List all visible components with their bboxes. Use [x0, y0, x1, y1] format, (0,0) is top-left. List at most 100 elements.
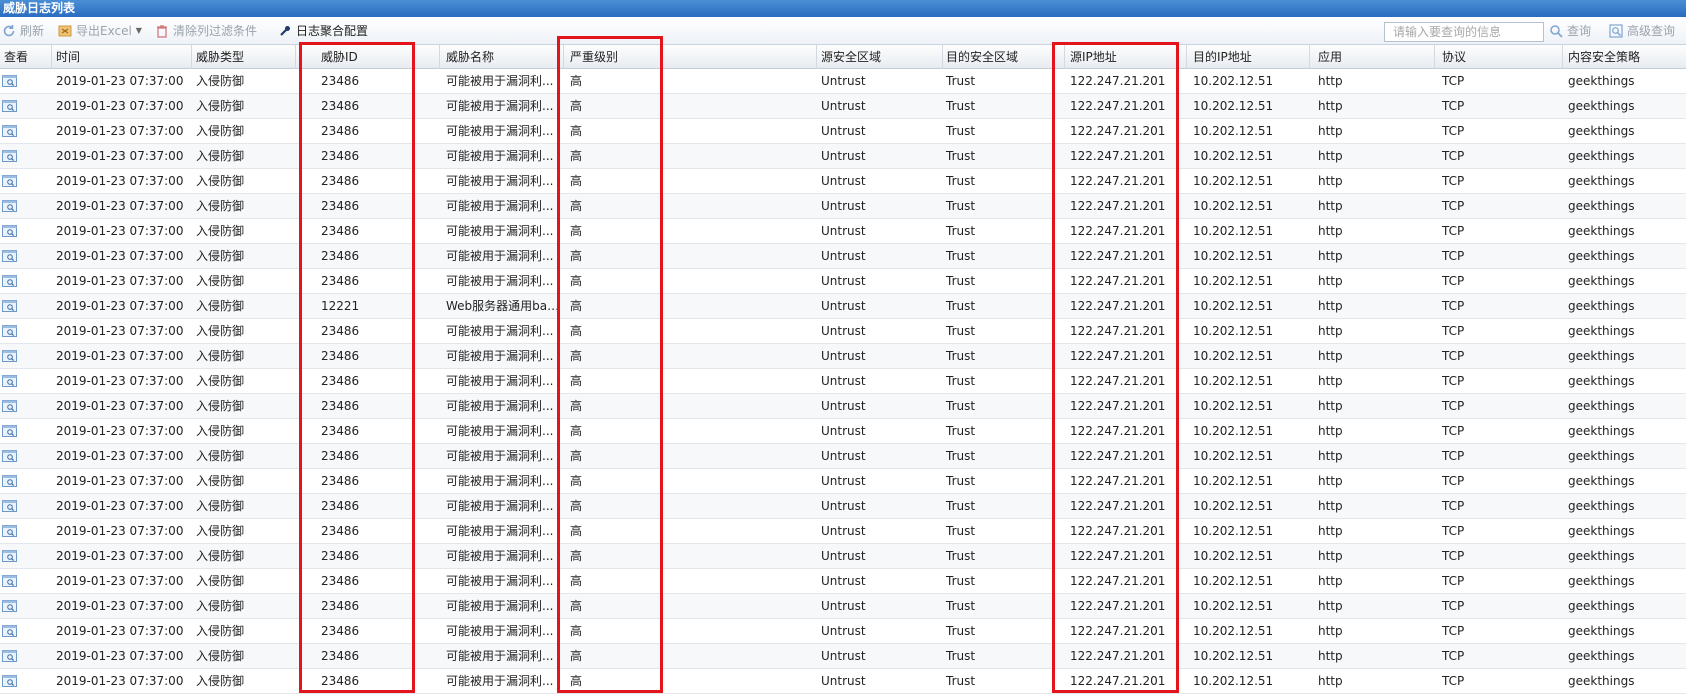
cell-content-policy: geekthings — [1568, 224, 1635, 238]
table-row[interactable]: 2019-01-23 07:37:00 入侵防御 23486 可能被用于漏洞利... 高… — [0, 269, 1686, 294]
view-detail-icon[interactable] — [2, 325, 17, 337]
table-row[interactable]: 2019-01-23 07:37:00 入侵防御 23486 可能被用于漏洞利... 高… — [0, 144, 1686, 169]
table-row[interactable]: 2019-01-23 07:37:00 入侵防御 23486 可能被用于漏洞利... 高… — [0, 369, 1686, 394]
cell-threat-name: 可能被用于漏洞利... — [446, 549, 554, 563]
view-detail-icon[interactable] — [2, 175, 17, 187]
table-row[interactable]: 2019-01-23 07:37:00 入侵防御 23486 可能被用于漏洞利... 高… — [0, 569, 1686, 594]
cell-src-ip: 122.247.21.201 — [1070, 349, 1166, 363]
view-detail-icon[interactable] — [2, 525, 17, 537]
cell-time: 2019-01-23 07:37:00 — [56, 449, 184, 463]
column-header-src-ip[interactable]: 源IP地址 — [1065, 45, 1187, 69]
table-row[interactable]: 2019-01-23 07:37:00 入侵防御 23486 可能被用于漏洞利... 高… — [0, 319, 1686, 344]
table-row[interactable]: 2019-01-23 07:37:00 入侵防御 23486 可能被用于漏洞利... 高… — [0, 169, 1686, 194]
view-detail-icon[interactable] — [2, 125, 17, 137]
cell-app: http — [1318, 549, 1343, 563]
table-row[interactable]: 2019-01-23 07:37:00 入侵防御 12221 Web服务器通用bas.… — [0, 294, 1686, 319]
search-button[interactable]: 查询 — [1549, 22, 1591, 40]
table-row[interactable]: 2019-01-23 07:37:00 入侵防御 23486 可能被用于漏洞利... 高… — [0, 94, 1686, 119]
table-row[interactable]: 2019-01-23 07:37:00 入侵防御 23486 可能被用于漏洞利... 高… — [0, 469, 1686, 494]
view-detail-icon[interactable] — [2, 675, 17, 687]
view-detail-icon[interactable] — [2, 375, 17, 387]
table-row[interactable]: 2019-01-23 07:37:00 入侵防御 23486 可能被用于漏洞利... 高… — [0, 244, 1686, 269]
cell-threat-name: 可能被用于漏洞利... — [446, 149, 554, 163]
view-detail-icon[interactable] — [2, 200, 17, 212]
column-header-severity[interactable]: 严重级别 — [564, 45, 817, 69]
cell-threat-id: 23486 — [321, 124, 360, 138]
view-detail-icon[interactable] — [2, 475, 17, 487]
cell-dst-ip: 10.202.12.51 — [1193, 124, 1274, 138]
export-excel-button[interactable]: 导出Excel ▼ — [58, 22, 142, 40]
view-detail-icon[interactable] — [2, 400, 17, 412]
view-detail-icon[interactable] — [2, 550, 17, 562]
view-detail-icon[interactable] — [2, 150, 17, 162]
table-row[interactable]: 2019-01-23 07:37:00 入侵防御 23486 可能被用于漏洞利... 高… — [0, 619, 1686, 644]
view-detail-icon[interactable] — [2, 575, 17, 587]
view-detail-icon[interactable] — [2, 425, 17, 437]
table-row[interactable]: 2019-01-23 07:37:00 入侵防御 23486 可能被用于漏洞利... 高… — [0, 544, 1686, 569]
cell-protocol: TCP — [1442, 674, 1465, 688]
cell-dst-zone: Trust — [946, 299, 976, 313]
clear-filter-button[interactable]: 清除列过滤条件 — [155, 22, 257, 40]
column-header-threat-id[interactable]: 威胁ID — [296, 45, 440, 69]
cell-src-ip: 122.247.21.201 — [1070, 224, 1166, 238]
cell-threat-name: 可能被用于漏洞利... — [446, 424, 554, 438]
table-row[interactable]: 2019-01-23 07:37:00 入侵防御 23486 可能被用于漏洞利... 高… — [0, 519, 1686, 544]
table-row[interactable]: 2019-01-23 07:37:00 入侵防御 23486 可能被用于漏洞利... 高… — [0, 444, 1686, 469]
cell-threat-type: 入侵防御 — [196, 224, 245, 238]
table-row[interactable]: 2019-01-23 07:37:00 入侵防御 23486 可能被用于漏洞利... 高… — [0, 69, 1686, 94]
view-detail-icon[interactable] — [2, 350, 17, 362]
cell-threat-id: 23486 — [321, 274, 360, 288]
column-header-app[interactable]: 应用 — [1310, 45, 1435, 69]
cell-app: http — [1318, 224, 1343, 238]
cell-threat-type: 入侵防御 — [196, 299, 245, 313]
cell-protocol: TCP — [1442, 74, 1465, 88]
view-detail-icon[interactable] — [2, 450, 17, 462]
table-row[interactable]: 2019-01-23 07:37:00 入侵防御 23486 可能被用于漏洞利... 高… — [0, 119, 1686, 144]
cell-src-ip: 122.247.21.201 — [1070, 324, 1166, 338]
table-row[interactable]: 2019-01-23 07:37:00 入侵防御 23486 可能被用于漏洞利... 高… — [0, 344, 1686, 369]
cell-app: http — [1318, 599, 1343, 613]
view-detail-icon[interactable] — [2, 500, 17, 512]
cell-severity: 高 — [570, 299, 583, 313]
view-detail-icon[interactable] — [2, 625, 17, 637]
column-header-content-policy[interactable]: 内容安全策略 — [1563, 45, 1686, 69]
view-detail-icon[interactable] — [2, 600, 17, 612]
table-row[interactable]: 2019-01-23 07:37:00 入侵防御 23486 可能被用于漏洞利... 高… — [0, 194, 1686, 219]
view-detail-icon[interactable] — [2, 75, 17, 87]
table-row[interactable]: 2019-01-23 07:37:00 入侵防御 23486 可能被用于漏洞利... 高… — [0, 669, 1686, 694]
table-row[interactable]: 2019-01-23 07:37:00 入侵防御 23486 可能被用于漏洞利... 高… — [0, 394, 1686, 419]
column-header-time[interactable]: 时间 — [52, 45, 192, 69]
cell-protocol: TCP — [1442, 99, 1465, 113]
view-detail-icon[interactable] — [2, 100, 17, 112]
view-detail-icon[interactable] — [2, 300, 17, 312]
table-row[interactable]: 2019-01-23 07:37:00 入侵防御 23486 可能被用于漏洞利... 高… — [0, 594, 1686, 619]
column-header-threat-type[interactable]: 威胁类型 — [192, 45, 296, 69]
column-header-threat-name[interactable]: 威胁名称 — [440, 45, 564, 69]
cell-content-policy: geekthings — [1568, 574, 1635, 588]
cell-src-ip: 122.247.21.201 — [1070, 424, 1166, 438]
table-row[interactable]: 2019-01-23 07:37:00 入侵防御 23486 可能被用于漏洞利... 高… — [0, 419, 1686, 444]
cell-threat-name: 可能被用于漏洞利... — [446, 449, 554, 463]
table-row[interactable]: 2019-01-23 07:37:00 入侵防御 23486 可能被用于漏洞利... 高… — [0, 219, 1686, 244]
column-header-dst-ip[interactable]: 目的IP地址 — [1187, 45, 1310, 69]
column-header-protocol[interactable]: 协议 — [1435, 45, 1563, 69]
cell-content-policy: geekthings — [1568, 499, 1635, 513]
column-header-view[interactable]: 查看 — [0, 45, 52, 69]
search-input[interactable] — [1384, 22, 1544, 42]
table-row[interactable]: 2019-01-23 07:37:00 入侵防御 23486 可能被用于漏洞利... 高… — [0, 644, 1686, 669]
cell-severity: 高 — [570, 124, 583, 138]
advanced-search-button[interactable]: 高级查询 — [1609, 22, 1675, 40]
view-detail-icon[interactable] — [2, 225, 17, 237]
column-header-dst-zone[interactable]: 目的安全区域 — [943, 45, 1065, 69]
view-detail-icon[interactable] — [2, 250, 17, 262]
view-detail-icon[interactable] — [2, 275, 17, 287]
column-header-src-zone[interactable]: 源安全区域 — [817, 45, 943, 69]
cell-src-ip: 122.247.21.201 — [1070, 249, 1166, 263]
cell-src-zone: Untrust — [821, 424, 866, 438]
log-aggregate-config-button[interactable]: 日志聚合配置 — [278, 22, 368, 40]
view-detail-icon[interactable] — [2, 650, 17, 662]
cell-threat-type: 入侵防御 — [196, 249, 245, 263]
table-row[interactable]: 2019-01-23 07:37:00 入侵防御 23486 可能被用于漏洞利... 高… — [0, 494, 1686, 519]
refresh-button[interactable]: 刷新 — [2, 22, 44, 40]
cell-dst-ip: 10.202.12.51 — [1193, 374, 1274, 388]
